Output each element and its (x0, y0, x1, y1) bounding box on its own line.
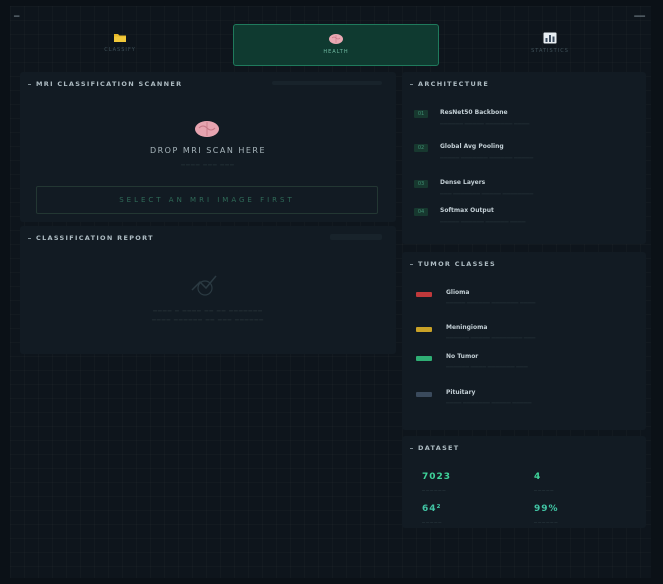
report-title: CLASSIFICATION REPORT (28, 234, 154, 242)
tab-classify-label: CLASSIFY (104, 47, 136, 53)
arch-layer-number: 03 (414, 180, 428, 188)
window-mark-left: ▁ (14, 9, 20, 17)
class-name: Meningioma (446, 324, 488, 331)
class-desc: ▁▁▁▁▁▁ ▁▁▁▁▁ ▁▁▁▁▁▁▁▁ ▁▁▁ (446, 333, 536, 339)
select-image-button[interactable]: SELECT AN MRI IMAGE FIRST (36, 186, 378, 214)
report-badge (330, 234, 382, 240)
arch-layer-desc: ▁▁▁▁▁▁ ▁▁▁▁▁ ▁▁▁▁▁▁▁ ▁▁▁▁ (440, 119, 530, 125)
dataset-panel: DATASET (402, 436, 646, 528)
drop-zone[interactable]: DROP MRI SCAN HERE ▁▁▁▁ ▁▁▁ ▁▁▁ (24, 98, 392, 178)
class-color-swatch (416, 356, 432, 361)
dataset-stat-classes-label: ▁▁▁▁▁ (534, 486, 555, 491)
tab-classify[interactable]: CLASSIFY (18, 24, 222, 64)
tab-statistics-label: STATISTICS (531, 48, 569, 54)
dataset-stat-size: 64² (422, 504, 442, 514)
arch-layer-number: 02 (414, 144, 428, 152)
report-placeholder-line-1: ▁▁▁▁ ▁ ▁▁▁▁ ▁▁ ▁▁ ▁▁▁▁▁▁▁ (153, 306, 263, 312)
tab-health-label: HEALTH (323, 49, 349, 55)
arch-layer-name: Softmax Output (440, 207, 494, 214)
tumor-classes-title: TUMOR CLASSES (410, 260, 496, 268)
drop-text: DROP MRI SCAN HERE (149, 146, 267, 155)
brain-icon (329, 34, 343, 44)
tab-health[interactable]: HEALTH (233, 24, 439, 66)
dataset-stat-accuracy-label: ▁▁▁▁▁▁ (534, 518, 559, 523)
arch-layer-number: 04 (414, 208, 428, 216)
architecture-title: ARCHITECTURE (410, 80, 489, 88)
report-placeholder-line-2: ▁▁▁▁ ▁▁▁▁▁▁ ▁▁ ▁▁▁ ▁▁▁▁▁▁ (151, 315, 265, 321)
scanner-header-controls (272, 81, 382, 85)
class-color-swatch (416, 327, 432, 332)
dataset-stat-images-label: ▁▁▁▁▁▁ (422, 486, 447, 491)
scanner-title: MRI CLASSIFICATION SCANNER (28, 80, 182, 88)
arch-layer-name: Dense Layers (440, 179, 486, 186)
brain-icon (195, 121, 219, 137)
drop-subtext: ▁▁▁▁ ▁▁▁ ▁▁▁ (181, 160, 235, 166)
class-name: Glioma (446, 289, 470, 296)
class-desc: ▁▁▁▁▁▁ ▁▁▁▁ ▁▁▁▁▁▁▁ ▁▁▁ (446, 362, 528, 368)
window-mark-right: ▁▁ (634, 9, 645, 17)
class-name: No Tumor (446, 353, 479, 360)
class-color-swatch (416, 292, 432, 297)
placeholder-chart-icon (191, 275, 217, 296)
dataset-stat-classes: 4 (534, 472, 542, 482)
dataset-stat-accuracy: 99% (534, 504, 559, 514)
arch-layer-desc: ▁▁▁▁▁ ▁▁▁▁▁▁ ▁▁▁▁▁▁ ▁▁▁▁ (440, 217, 526, 223)
arch-layer-desc: ▁▁▁▁▁ ▁▁▁▁▁▁▁ ▁▁▁▁▁▁ ▁▁▁▁▁ (440, 153, 534, 159)
arch-layer-desc: ▁▁▁ ▁▁▁▁▁▁▁ ▁▁▁▁▁ ▁▁▁▁▁▁▁▁ (440, 189, 534, 195)
top-bar: ▁ ▁▁ (10, 6, 651, 24)
tab-statistics[interactable]: STATISTICS (448, 24, 652, 64)
class-desc: ▁▁▁▁ ▁▁▁▁▁▁▁ ▁▁▁▁▁ ▁▁▁▁▁ (446, 398, 532, 404)
class-color-swatch (416, 392, 432, 397)
dataset-title: DATASET (410, 444, 460, 452)
folder-icon (114, 34, 126, 42)
class-name: Pituitary (446, 389, 476, 396)
dataset-stat-size-label: ▁▁▁▁▁ (422, 518, 443, 523)
arch-layer-number: 01 (414, 110, 428, 118)
arch-layer-name: ResNet50 Backbone (440, 109, 508, 116)
dataset-stat-images: 7023 (422, 472, 452, 482)
tab-bar: CLASSIFY HEALTH STATISTICS (18, 24, 632, 66)
class-desc: ▁▁▁▁▁ ▁▁▁▁▁▁ ▁▁▁▁▁▁▁ ▁▁▁▁ (446, 298, 536, 304)
bar-chart-icon (543, 32, 557, 44)
arch-layer-name: Global Avg Pooling (440, 143, 504, 150)
